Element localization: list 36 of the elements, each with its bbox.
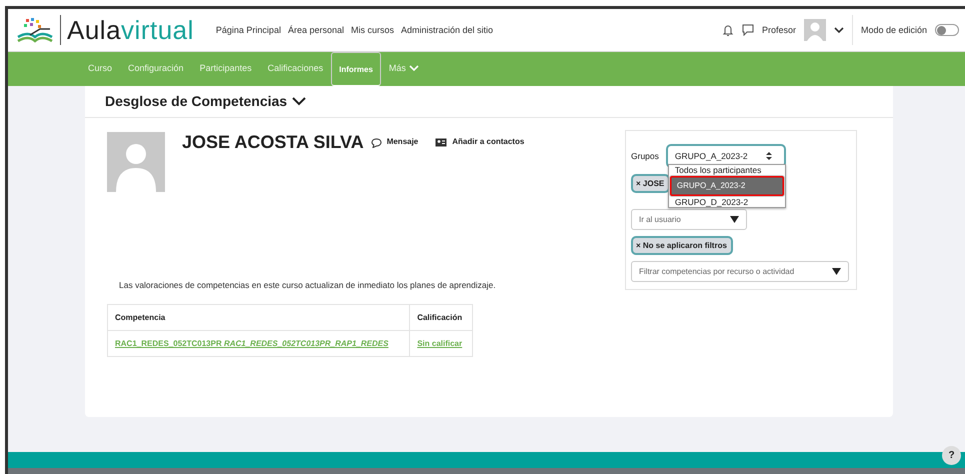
avatar-placeholder-icon bbox=[107, 132, 165, 192]
user-select[interactable]: Ir al usuario bbox=[631, 209, 747, 230]
page-title: Desglose de Competencias bbox=[105, 93, 288, 109]
triangle-down-icon bbox=[730, 216, 739, 223]
chevron-down-icon[interactable] bbox=[834, 26, 844, 34]
user-filter-chip[interactable]: × JOSE bbox=[631, 174, 670, 193]
activity-filter-select[interactable]: Filtrar competencias por recurso o actividad bbox=[631, 261, 849, 282]
groups-label: Grupos bbox=[631, 151, 659, 161]
nav-link[interactable]: Mis cursos bbox=[351, 25, 394, 35]
chevron-down-icon bbox=[408, 64, 419, 72]
dropdown-option[interactable]: Todos los participantes bbox=[668, 165, 785, 175]
nav-link[interactable]: Administración del sitio bbox=[401, 25, 494, 35]
contact-card-icon[interactable] bbox=[435, 138, 448, 147]
speech-bubble-icon[interactable] bbox=[370, 138, 382, 148]
student-name: JOSE ACOSTA SILVA bbox=[182, 132, 364, 153]
profile-action-link[interactable]: Mensaje bbox=[386, 137, 418, 146]
column-header: Calificación bbox=[410, 304, 472, 330]
nav-link[interactable]: Área personal bbox=[288, 25, 344, 35]
nav-link[interactable]: Página Principal bbox=[216, 25, 281, 35]
dropdown-option[interactable]: GRUPO_A_2023-2 bbox=[668, 175, 785, 197]
profile-action-link[interactable]: Añadir a contactos bbox=[452, 137, 524, 146]
site-logo[interactable]: Aulavirtual bbox=[67, 14, 194, 46]
user-name: Profesor bbox=[762, 25, 796, 35]
sort-arrows-icon bbox=[766, 152, 772, 160]
dropdown-option[interactable]: GRUPO_D_2023-2 bbox=[668, 197, 785, 207]
filter-chip[interactable]: × No se aplicaron filtros bbox=[631, 236, 733, 255]
chat-icon[interactable] bbox=[742, 24, 754, 36]
triangle-down-icon bbox=[832, 268, 841, 275]
edit-mode-toggle[interactable] bbox=[935, 24, 959, 36]
notice-text: Las valoraciones de competencias en este curso actualizan de inmediato los planes de aprendizaje. bbox=[119, 280, 497, 290]
bell-icon[interactable] bbox=[722, 24, 734, 36]
help-button[interactable]: ? bbox=[942, 446, 961, 465]
column-header: Competencia bbox=[108, 304, 410, 330]
edit-mode-label: Modo de edición bbox=[860, 25, 927, 35]
chevron-down-icon[interactable] bbox=[292, 96, 306, 106]
book-logo-icon bbox=[16, 17, 54, 43]
